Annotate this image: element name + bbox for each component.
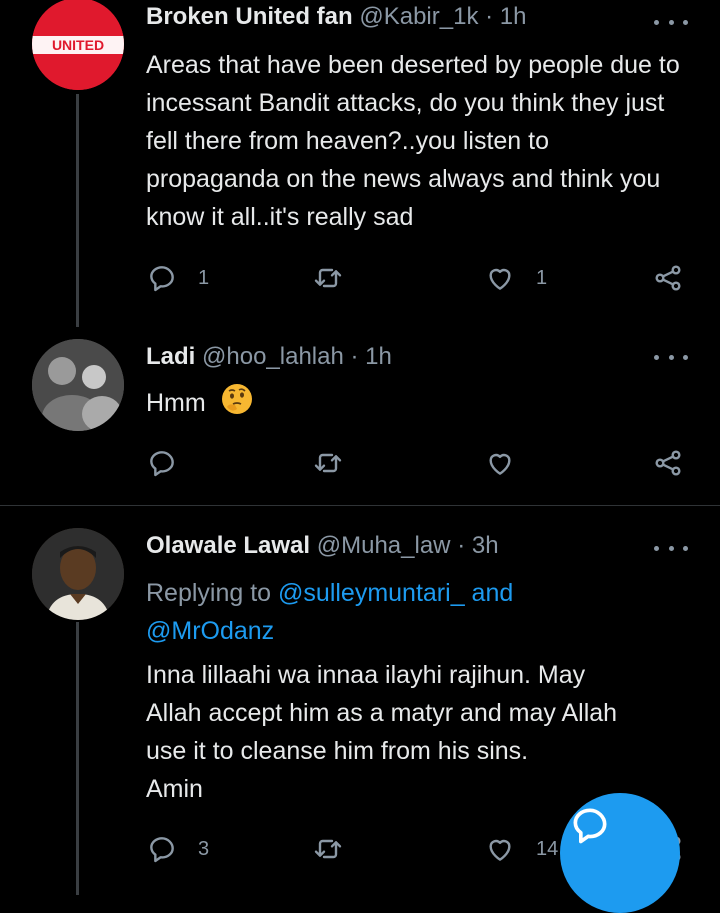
author-name[interactable]: Olawale Lawal [146, 532, 310, 559]
more-icon[interactable] [654, 345, 688, 369]
tweet-text: Hmm [146, 383, 686, 426]
tweet-text-content: Hmm [146, 389, 206, 418]
like-button[interactable]: 1 [484, 258, 547, 298]
like-count: 1 [536, 266, 548, 289]
tweet-text-line: Allah accept him as a matyr and may Alla… [146, 699, 618, 727]
retweet-button[interactable] [312, 443, 364, 483]
compose-reply-icon [573, 808, 607, 844]
author-handle[interactable]: @Kabir_1k [359, 3, 478, 30]
reply-count: 3 [198, 837, 210, 860]
like-button[interactable] [484, 443, 536, 483]
author-name[interactable]: Broken United fan [146, 3, 353, 30]
like-icon [489, 839, 511, 861]
like-button[interactable]: 14 [484, 829, 558, 869]
avatar[interactable] [32, 528, 124, 620]
more-icon[interactable] [654, 536, 688, 560]
tweet-1[interactable]: UNITED Broken United fan @Kabir_1k · 1h … [0, 0, 720, 327]
tweet-header: Olawale Lawal @Muha_law · 3h [146, 532, 499, 560]
like-count: 14 [536, 837, 559, 860]
reply-count: 1 [198, 266, 210, 289]
thinking-face-icon [221, 383, 253, 426]
retweet-icon [314, 453, 342, 473]
thread-line [76, 622, 79, 895]
reply-button[interactable]: 1 [146, 258, 209, 298]
share-button[interactable] [652, 443, 684, 483]
avatar-logo-text: UNITED [52, 37, 104, 53]
like-icon [489, 453, 511, 475]
tweet-text-line: Inna lillaahi wa innaa ilayhi rajihun. M… [146, 661, 586, 689]
share-icon [655, 450, 681, 476]
avatar-image [32, 528, 124, 620]
retweet-icon [314, 268, 342, 288]
tweet-header: Broken United fan @Kabir_1k · 1h [146, 3, 526, 31]
retweet-icon [314, 839, 342, 859]
tweet-2[interactable]: Ladi @hoo_lahlah · 1h Hmm [0, 325, 720, 505]
more-icon[interactable] [654, 10, 688, 34]
avatar[interactable] [32, 339, 124, 431]
tweet-text-line: use it to cleanse him from his sins. [146, 737, 529, 765]
mention-link[interactable]: @sulleymuntari_ [278, 579, 465, 607]
timestamp[interactable]: · 3h [457, 532, 498, 559]
reply-icon [150, 451, 174, 477]
mention-link[interactable]: @MrOdanz [146, 617, 274, 645]
tweet-actions: 1 1 [146, 258, 696, 298]
replying-to: Replying to @sulleymuntari_ and @MrOdanz [146, 574, 686, 650]
timestamp[interactable]: · 1h [351, 343, 392, 370]
tweet-header: Ladi @hoo_lahlah · 1h [146, 343, 392, 371]
avatar-image: UNITED [32, 0, 124, 90]
reply-button[interactable] [146, 443, 198, 483]
reply-button[interactable]: 3 [146, 829, 209, 869]
replying-and[interactable]: and [472, 579, 514, 607]
share-icon [655, 265, 681, 291]
avatar-image [32, 339, 124, 431]
share-button[interactable] [652, 258, 684, 298]
timestamp[interactable]: · 1h [485, 3, 526, 30]
tweet-text: Inna lillaahi wa innaa ilayhi rajihun. M… [146, 656, 686, 808]
retweet-button[interactable] [312, 829, 364, 869]
like-icon [489, 268, 511, 290]
avatar[interactable]: UNITED [32, 0, 124, 90]
tweet-actions [146, 443, 696, 483]
author-name[interactable]: Ladi [146, 343, 195, 370]
retweet-button[interactable] [312, 258, 364, 298]
compose-reply-button[interactable] [560, 793, 680, 913]
author-handle[interactable]: @hoo_lahlah [202, 343, 344, 370]
reply-icon [150, 837, 174, 863]
thread-line [76, 94, 79, 327]
replying-to-prefix: Replying to [146, 579, 272, 607]
tweet-text: Areas that have been deserted by people … [146, 51, 680, 231]
reply-icon [150, 266, 174, 292]
author-handle[interactable]: @Muha_law [317, 532, 451, 559]
